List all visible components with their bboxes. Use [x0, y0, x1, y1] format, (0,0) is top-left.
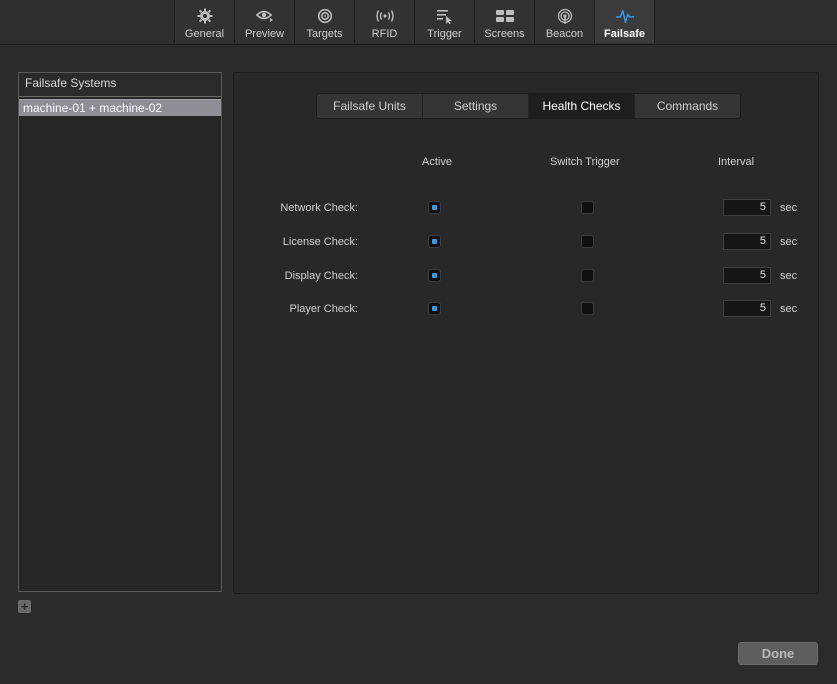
toolbar-item-label: Trigger	[427, 28, 462, 40]
tab-commands[interactable]: Commands	[635, 94, 740, 118]
systems-list-header: Failsafe Systems	[19, 73, 221, 97]
interval-unit: sec	[780, 270, 798, 282]
column-header-active: Active	[422, 156, 452, 168]
list-item[interactable]: machine-01 + machine-02	[19, 99, 221, 116]
interval-unit: sec	[780, 202, 798, 214]
tab-failsafe-units[interactable]: Failsafe Units	[317, 94, 423, 118]
beacon-icon	[555, 6, 575, 26]
column-header-interval: Interval	[718, 156, 755, 168]
toolbar-item-label: Screens	[484, 28, 525, 40]
toolbar-item-targets[interactable]: Targets	[295, 0, 355, 43]
target-icon	[315, 6, 335, 26]
gear-icon	[195, 6, 215, 26]
toolbar-item-label: General	[184, 28, 225, 40]
network-check-interval-field[interactable]: 5	[723, 199, 771, 216]
license-check-interval-field[interactable]: 5	[723, 233, 771, 250]
player-check-interval-field[interactable]: 5	[723, 300, 771, 317]
pulse-icon	[615, 6, 635, 26]
interval-unit: sec	[780, 303, 798, 315]
toolbar-item-label: RFID	[371, 28, 398, 40]
toolbar-tabs: General Preview Targets RFID Trigger Scr…	[174, 0, 655, 43]
toolbar-item-label: Failsafe	[604, 28, 645, 40]
plus-icon: +	[20, 599, 29, 614]
add-system-button[interactable]: +	[18, 600, 31, 613]
health-checks-panel: Failsafe Units Settings Health Checks Co…	[233, 72, 819, 594]
toolbar-item-trigger[interactable]: Trigger	[415, 0, 475, 43]
toolbar-item-label: Beacon	[545, 28, 584, 40]
network-check-active-checkbox[interactable]	[428, 201, 441, 214]
toolbar-item-label: Preview	[244, 28, 285, 40]
tab-health-checks[interactable]: Health Checks	[529, 94, 635, 118]
toolbar-item-rfid[interactable]: RFID	[355, 0, 415, 43]
done-button[interactable]: Done	[738, 642, 818, 665]
preferences-toolbar: General Preview Targets RFID Trigger Scr…	[0, 0, 837, 45]
failsafe-systems-list: Failsafe Systems machine-01 + machine-02	[18, 72, 222, 592]
column-header-switch-trigger: Switch Trigger	[550, 156, 620, 168]
license-check-switch-trigger-checkbox[interactable]	[581, 235, 594, 248]
network-check-switch-trigger-checkbox[interactable]	[581, 201, 594, 214]
player-check-label: Player Check:	[289, 303, 358, 315]
toolbar-item-failsafe[interactable]: Failsafe	[595, 0, 655, 43]
network-check-label: Network Check:	[280, 202, 358, 214]
toolbar-item-preview[interactable]: Preview	[235, 0, 295, 43]
settings-tabs: Failsafe Units Settings Health Checks Co…	[316, 93, 741, 119]
rfid-icon	[375, 6, 395, 26]
player-check-active-checkbox[interactable]	[428, 302, 441, 315]
toolbar-item-general[interactable]: General	[175, 0, 235, 43]
toolbar-item-beacon[interactable]: Beacon	[535, 0, 595, 43]
license-check-active-checkbox[interactable]	[428, 235, 441, 248]
toolbar-item-label: Targets	[306, 28, 343, 40]
tab-settings[interactable]: Settings	[423, 94, 529, 118]
toolbar-item-screens[interactable]: Screens	[475, 0, 535, 43]
eye-icon	[255, 6, 275, 26]
trigger-icon	[435, 6, 455, 26]
display-check-switch-trigger-checkbox[interactable]	[581, 269, 594, 282]
interval-unit: sec	[780, 236, 798, 248]
player-check-switch-trigger-checkbox[interactable]	[581, 302, 594, 315]
screens-icon	[495, 6, 515, 26]
display-check-interval-field[interactable]: 5	[723, 267, 771, 284]
display-check-active-checkbox[interactable]	[428, 269, 441, 282]
license-check-label: License Check:	[282, 236, 358, 248]
display-check-label: Display Check:	[284, 270, 358, 282]
